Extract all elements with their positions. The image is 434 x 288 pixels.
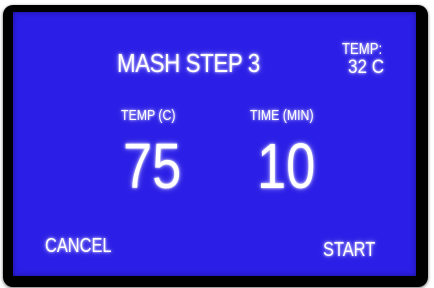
start-button[interactable]: START [323, 240, 375, 260]
page-title: MASH STEP 3 [117, 48, 260, 78]
current-temp-label: TEMP: [342, 41, 383, 58]
current-temp-value: 32 C [348, 57, 385, 78]
duration-label: TIME (MIN) [250, 107, 314, 124]
duration-value[interactable]: 10 [257, 134, 315, 198]
cancel-button[interactable]: CANCEL [45, 236, 112, 256]
target-temp-value[interactable]: 75 [123, 134, 181, 198]
target-temp-label: TEMP (C) [121, 107, 176, 124]
touch-screen: MASH STEP 3 TEMP: 32 C TEMP (C) TIME (MI… [13, 12, 416, 276]
display-bezel: MASH STEP 3 TEMP: 32 C TEMP (C) TIME (MI… [3, 5, 428, 287]
